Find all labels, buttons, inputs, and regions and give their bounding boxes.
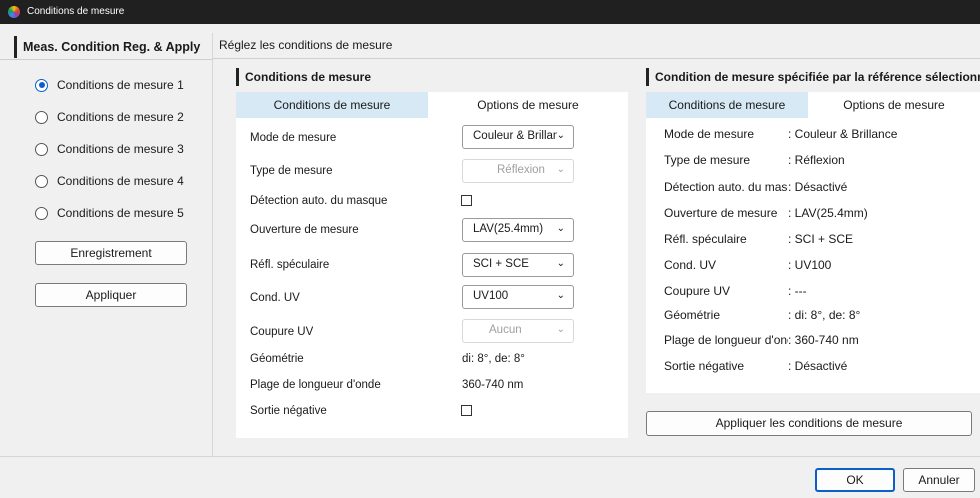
ref-row-value: : SCI + SCE (788, 232, 854, 246)
uvcut-select: Aucun ⌄ (462, 319, 574, 343)
mode-label: Mode de mesure (250, 132, 337, 144)
specular-select[interactable]: SCI + SCE ⌄ (462, 253, 574, 277)
wavelength-label: Plage de longueur d'onde (250, 379, 381, 391)
ref-row-label: Sortie négative (664, 359, 745, 373)
negative-label: Sortie négative (250, 405, 327, 417)
ref-row-value: : LAV(25.4mm) (788, 206, 868, 220)
chevron-down-icon: ⌄ (556, 258, 565, 269)
ok-button[interactable]: OK (815, 468, 895, 492)
ref-row-label: Plage de longueur d'onde (664, 333, 788, 347)
apply-button[interactable]: Appliquer (35, 283, 187, 307)
radio-conditions-2[interactable]: Conditions de mesure 2 (35, 107, 184, 127)
radio-conditions-1[interactable]: Conditions de mesure 1 (35, 75, 184, 95)
divider (212, 58, 980, 59)
radio-button[interactable] (35, 174, 48, 188)
wavelength-value: 360-740 nm (462, 379, 524, 391)
tab-conditions[interactable]: Conditions de mesure (236, 92, 428, 118)
mode-value: Couleur & Brillance (473, 130, 557, 142)
page-heading: Réglez les conditions de mesure (219, 38, 393, 52)
type-select: Réflexion ⌄ (462, 159, 574, 183)
divider (0, 456, 980, 457)
ref-row-label: Cond. UV (664, 258, 717, 272)
app-logo-icon (8, 6, 20, 18)
ref-row-value: : Réflexion (788, 153, 845, 167)
radio-label: Conditions de mesure 3 (57, 142, 184, 156)
ref-row-value: : di: 8°, de: 8° (788, 308, 861, 322)
chevron-down-icon: ⌄ (556, 164, 565, 175)
geometry-value: di: 8°, de: 8° (462, 353, 525, 365)
tab-reference-conditions[interactable]: Conditions de mesure (646, 92, 808, 118)
sidebar-title: Meas. Condition Reg. & Apply (14, 36, 200, 58)
uv-value: UV100 (473, 290, 509, 302)
ref-row-label: Géométrie (664, 308, 721, 322)
radio-label: Conditions de mesure 5 (57, 206, 184, 220)
tab-options[interactable]: Options de mesure (428, 92, 628, 118)
settings-section-title: Conditions de mesure (236, 68, 425, 86)
aperture-label: Ouverture de mesure (250, 224, 359, 236)
radio-conditions-4[interactable]: Conditions de mesure 4 (35, 171, 184, 191)
ref-row-label: Ouverture de mesure (664, 206, 778, 220)
radio-label: Conditions de mesure 2 (57, 110, 184, 124)
ref-row-value: : UV100 (788, 258, 832, 272)
radio-button[interactable] (35, 78, 48, 92)
chevron-down-icon: ⌄ (556, 130, 565, 141)
ref-row-value: : Désactivé (788, 180, 848, 194)
radio-label: Conditions de mesure 1 (57, 78, 184, 92)
apply-conditions-button[interactable]: Appliquer les conditions de mesure (646, 411, 972, 436)
aperture-value: LAV(25.4mm) (473, 223, 544, 235)
radio-button[interactable] (35, 142, 48, 156)
mode-select[interactable]: Couleur & Brillance ⌄ (462, 125, 574, 149)
ref-row-label: Réfl. spéculaire (664, 232, 747, 246)
uv-select[interactable]: UV100 ⌄ (462, 285, 574, 309)
window-title: Conditions de mesure (27, 6, 125, 17)
title-bar: Conditions de mesure (0, 0, 980, 24)
radio-conditions-3[interactable]: Conditions de mesure 3 (35, 139, 184, 159)
specular-label: Réfl. spéculaire (250, 259, 330, 271)
uv-label: Cond. UV (250, 292, 300, 304)
reference-section-title: Condition de mesure spécifiée par la réf… (646, 68, 980, 86)
radio-label: Conditions de mesure 4 (57, 174, 184, 188)
specular-value: SCI + SCE (473, 258, 529, 270)
radio-conditions-5[interactable]: Conditions de mesure 5 (35, 203, 184, 223)
ref-row-value: : Désactivé (788, 359, 848, 373)
ref-row-value: : Couleur & Brillance (788, 127, 898, 141)
ref-row-label: Coupure UV (664, 284, 731, 298)
sidebar: Meas. Condition Reg. & Apply Conditions … (0, 33, 213, 456)
type-label: Type de mesure (250, 165, 333, 177)
cancel-button[interactable]: Annuler (903, 468, 975, 492)
chevron-down-icon: ⌄ (556, 223, 565, 234)
aperture-select[interactable]: LAV(25.4mm) ⌄ (462, 218, 574, 242)
ref-row-value: : 360-740 nm (788, 333, 859, 347)
chevron-down-icon: ⌄ (556, 290, 565, 301)
divider (0, 59, 212, 60)
mask-label: Détection auto. du masque (250, 195, 388, 207)
ref-row-label: Type de mesure (664, 153, 751, 167)
tab-reference-options[interactable]: Options de mesure (808, 92, 980, 118)
mask-checkbox[interactable] (461, 195, 472, 206)
geometry-label: Géométrie (250, 353, 304, 365)
negative-checkbox[interactable] (461, 405, 472, 416)
uvcut-label: Coupure UV (250, 326, 314, 338)
chevron-down-icon: ⌄ (556, 324, 565, 335)
ref-row-label: Mode de mesure (664, 127, 755, 141)
ref-row-label: Détection auto. du masque (664, 180, 788, 194)
radio-button[interactable] (35, 110, 48, 124)
register-button[interactable]: Enregistrement (35, 241, 187, 265)
ref-row-value: : --- (788, 284, 807, 298)
type-value: Réflexion (497, 164, 545, 176)
radio-button[interactable] (35, 206, 48, 220)
